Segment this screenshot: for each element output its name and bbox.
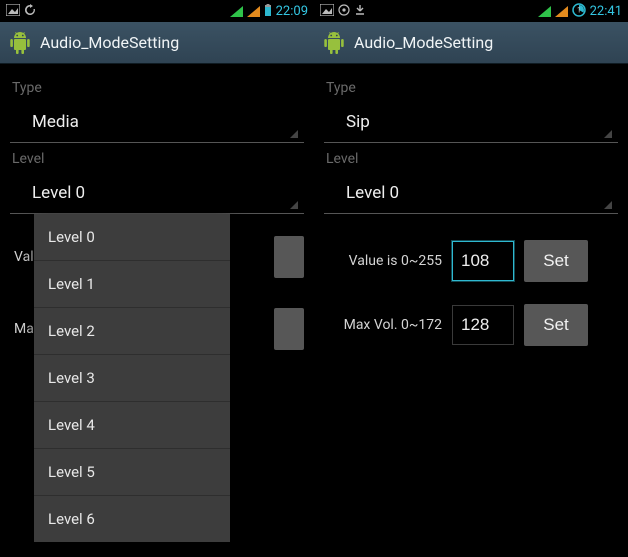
appbar-title: Audio_ModeSetting (354, 33, 493, 52)
signal-sim2-icon (247, 6, 260, 17)
value-input[interactable] (452, 241, 514, 281)
svg-text:1: 1 (577, 6, 581, 14)
type-label: Type (10, 72, 304, 102)
battery-icon: 1 (572, 3, 586, 20)
type-spinner[interactable]: Media (10, 102, 304, 143)
level-spinner[interactable]: Level 0 (324, 173, 618, 214)
level-option-5[interactable]: Level 5 (34, 449, 230, 496)
clock: 22:09 (276, 4, 308, 19)
level-option-6[interactable]: Level 6 (34, 496, 230, 542)
android-icon (322, 30, 346, 56)
download-icon (354, 4, 366, 19)
maxvol-label: Max Vol. 0~172 (324, 317, 442, 333)
appbar: Audio_ModeSetting (0, 22, 314, 64)
level-option-1[interactable]: Level 1 (34, 261, 230, 308)
level-spinner[interactable]: Level 0 (10, 173, 304, 214)
battery-icon (264, 4, 272, 19)
type-value: Media (32, 112, 79, 132)
level-value: Level 0 (346, 183, 399, 203)
type-spinner[interactable]: Sip (324, 102, 618, 143)
image-icon (6, 4, 20, 19)
level-label: Level (10, 143, 304, 173)
value-row: Value is 0~255 Set (324, 240, 618, 282)
level-option-0[interactable]: Level 0 (34, 214, 230, 261)
level-label: Level (324, 143, 618, 173)
type-label: Type (324, 72, 618, 102)
image-icon (320, 4, 334, 19)
level-option-3[interactable]: Level 3 (34, 355, 230, 402)
refresh-icon (24, 4, 36, 19)
set-button[interactable]: Set (524, 304, 588, 346)
value-label: Value is 0~255 (324, 253, 442, 269)
level-option-4[interactable]: Level 4 (34, 402, 230, 449)
set-button[interactable] (274, 236, 304, 278)
signal-sim1-icon (230, 6, 243, 17)
signal-sim2-icon (555, 6, 568, 17)
clock: 22:41 (590, 4, 622, 19)
statusbar: 22:09 (0, 0, 314, 22)
maxvol-input[interactable] (452, 305, 514, 345)
android-icon (8, 30, 32, 56)
signal-sim1-icon (538, 6, 551, 17)
level-value: Level 0 (32, 183, 85, 203)
screen-right: 1 22:41 Audio_ModeSetting Type Sip (314, 0, 628, 557)
screen-left: 22:09 Audio_ModeSetting Type Media Leve (0, 0, 314, 557)
appbar-title: Audio_ModeSetting (40, 33, 179, 52)
target-icon (338, 4, 350, 19)
level-option-2[interactable]: Level 2 (34, 308, 230, 355)
set-button[interactable] (274, 308, 304, 350)
set-button[interactable]: Set (524, 240, 588, 282)
statusbar: 1 22:41 (314, 0, 628, 22)
maxvol-row: Max Vol. 0~172 Set (324, 304, 618, 346)
appbar: Audio_ModeSetting (314, 22, 628, 64)
level-dropdown[interactable]: Level 0 Level 1 Level 2 Level 3 Level 4 … (34, 214, 230, 542)
type-value: Sip (346, 112, 370, 132)
